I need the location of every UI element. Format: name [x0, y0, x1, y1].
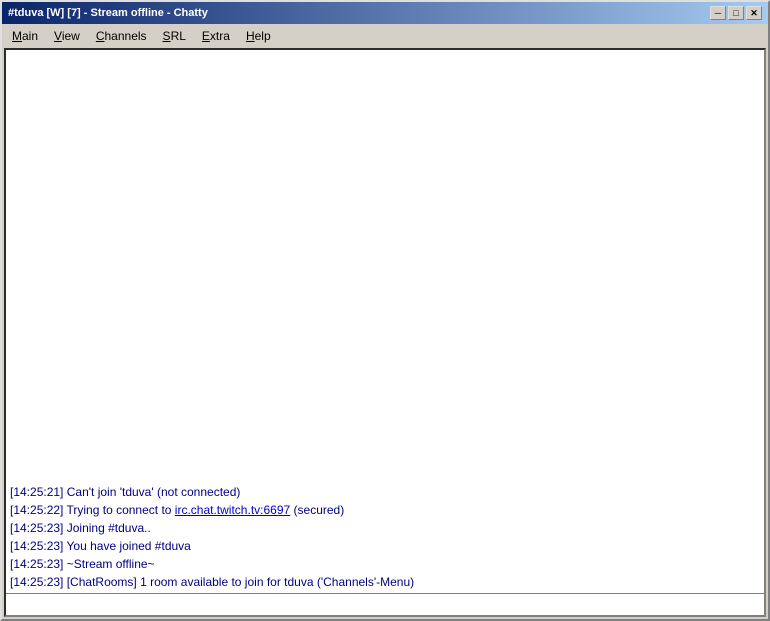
menu-view[interactable]: View: [46, 27, 88, 45]
msg-text-after: (secured): [290, 503, 344, 517]
msg-link[interactable]: irc.chat.twitch.tv:6697: [175, 503, 290, 517]
message-line: [14:25:23] Joining #tduva..: [10, 519, 760, 537]
main-content: [14:25:21] Can't join 'tduva' (not conne…: [4, 48, 766, 617]
msg-time: [14:25:23]: [10, 557, 63, 571]
minimize-button[interactable]: ─: [710, 6, 726, 20]
msg-text: ~Stream offline~: [63, 557, 154, 571]
menu-channels[interactable]: Channels: [88, 27, 155, 45]
menu-srl[interactable]: SRL: [155, 27, 194, 45]
message-line: [14:25:21] Can't join 'tduva' (not conne…: [10, 483, 760, 501]
msg-time: [14:25:23]: [10, 539, 63, 553]
chat-area: [14:25:21] Can't join 'tduva' (not conne…: [6, 50, 764, 593]
app-window: #tduva [W] [7] - Stream offline - Chatty…: [0, 0, 770, 621]
message-line: [14:25:23] You have joined #tduva: [10, 537, 760, 555]
msg-text: Can't join 'tduva' (not connected): [63, 485, 240, 499]
menu-main[interactable]: Main: [4, 27, 46, 45]
message-line: [14:25:23] ~Stream offline~: [10, 555, 760, 573]
menu-bar: Main View Channels SRL Extra Help: [2, 24, 768, 46]
msg-time: [14:25:21]: [10, 485, 63, 499]
title-text: #tduva [W] [7] - Stream offline - Chatty: [8, 7, 208, 19]
msg-text-before: Trying to connect to: [63, 503, 174, 517]
msg-time: [14:25:23]: [10, 521, 63, 535]
msg-text: You have joined #tduva: [63, 539, 190, 553]
maximize-button[interactable]: □: [728, 6, 744, 20]
window-controls: ─ □ ✕: [710, 6, 762, 20]
menu-help[interactable]: Help: [238, 27, 279, 45]
message-line: [14:25:22] Trying to connect to irc.chat…: [10, 501, 760, 519]
menu-extra[interactable]: Extra: [194, 27, 238, 45]
msg-text: [ChatRooms] 1 room available to join for…: [63, 575, 414, 589]
msg-time: [14:25:22]: [10, 503, 63, 517]
title-bar: #tduva [W] [7] - Stream offline - Chatty…: [2, 2, 768, 24]
spacer: [10, 52, 760, 483]
messages: [14:25:21] Can't join 'tduva' (not conne…: [10, 483, 760, 591]
message-line: [14:25:23] [ChatRooms] 1 room available …: [10, 573, 760, 591]
msg-time: [14:25:23]: [10, 575, 63, 589]
chat-input[interactable]: [6, 594, 764, 615]
msg-text: Joining #tduva..: [63, 521, 150, 535]
close-button[interactable]: ✕: [746, 6, 762, 20]
input-area[interactable]: [6, 593, 764, 615]
